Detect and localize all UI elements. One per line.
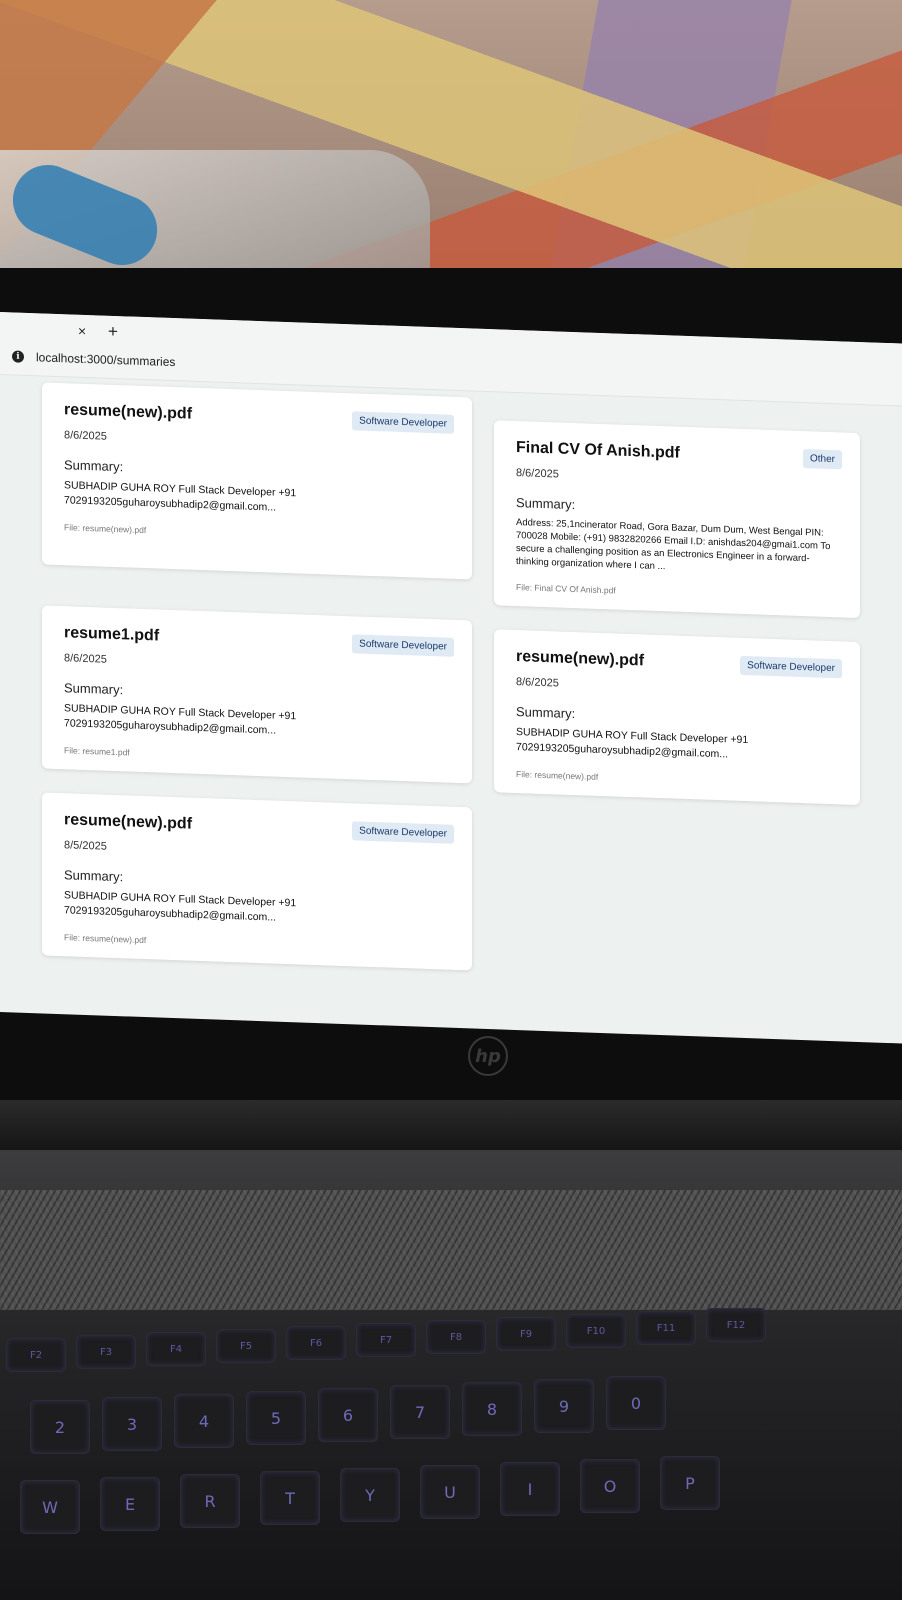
category-badge: Software Developer	[740, 655, 842, 679]
key-p: P	[660, 1456, 720, 1510]
key-2: 2	[30, 1400, 90, 1454]
key-f9: F9	[496, 1317, 556, 1351]
summary-text: Address: 25,1ncinerator Road, Gora Bazar…	[516, 517, 831, 573]
summary-text: SUBHADIP GUHA ROY Full Stack Developer +…	[64, 479, 297, 514]
hp-logo: hp	[468, 1036, 508, 1076]
summary-card[interactable]: resume(new).pdf Software Developer 8/6/2…	[42, 382, 472, 580]
summaries-page: resume(new).pdf Software Developer 8/6/2…	[0, 375, 902, 985]
speaker-grille	[0, 1190, 902, 1310]
category-badge: Other	[802, 449, 842, 470]
key-o: O	[580, 1459, 640, 1513]
card-date: 8/6/2025	[64, 652, 107, 666]
category-badge: Software Developer	[352, 634, 454, 657]
new-tab-icon[interactable]: +	[108, 322, 118, 342]
key-u: U	[420, 1465, 480, 1519]
key-t: T	[260, 1471, 320, 1525]
card-date: 8/6/2025	[64, 429, 107, 443]
key-r: R	[180, 1474, 240, 1528]
file-name: File: resume(new).pdf	[516, 769, 599, 782]
card-date: 8/5/2025	[64, 839, 107, 853]
key-5: 5	[246, 1391, 306, 1445]
key-f11: F11	[636, 1311, 696, 1345]
key-y: Y	[340, 1468, 400, 1522]
key-w: W	[20, 1480, 80, 1534]
site-info-icon[interactable]: i	[12, 350, 24, 363]
file-name: File: resume(new).pdf	[64, 932, 147, 946]
category-badge: Software Developer	[352, 411, 454, 434]
summary-card[interactable]: resume1.pdf Software Developer 8/6/2025 …	[42, 605, 472, 784]
key-f5: F5	[216, 1329, 276, 1363]
summary-text: SUBHADIP GUHA ROY Full Stack Developer +…	[64, 889, 297, 924]
key-9: 9	[534, 1379, 594, 1433]
summary-card[interactable]: resume(new).pdf Software Developer 8/6/2…	[494, 629, 860, 806]
key-e: E	[100, 1477, 160, 1531]
summary-card[interactable]: Final CV Of Anish.pdf Other 8/6/2025 Sum…	[494, 420, 860, 619]
card-title: Final CV Of Anish.pdf	[516, 439, 680, 462]
key-7: 7	[390, 1385, 450, 1439]
laptop-screen: × + i localhost:3000/summaries resume(ne…	[0, 312, 902, 1044]
key-f6: F6	[286, 1326, 346, 1360]
key-f3: F3	[76, 1335, 136, 1369]
key-3: 3	[102, 1397, 162, 1451]
key-f8: F8	[426, 1320, 486, 1354]
key-i: I	[500, 1462, 560, 1516]
file-name: File: Final CV Of Anish.pdf	[516, 582, 616, 596]
close-tab-icon[interactable]: ×	[78, 323, 86, 339]
key-f10: F10	[566, 1314, 626, 1348]
key-f7: F7	[356, 1323, 416, 1357]
key-4: 4	[174, 1394, 234, 1448]
summary-card-grid: resume(new).pdf Software Developer 8/6/2…	[42, 382, 864, 984]
summary-card[interactable]: resume(new).pdf Software Developer 8/5/2…	[42, 792, 472, 971]
summary-text: SUBHADIP GUHA ROY Full Stack Developer +…	[64, 702, 297, 737]
key-f2: F2	[6, 1338, 66, 1372]
url-text[interactable]: localhost:3000/summaries	[36, 350, 175, 369]
keyboard: F2 F3 F4 F5 F6 F7 F8 F9 F10 F11 F12 2 3 4 5 6 7 8 9 0 W E R T Y U…	[0, 1308, 902, 1600]
key-0: 0	[606, 1376, 666, 1430]
card-date: 8/6/2025	[516, 467, 559, 481]
summary-text: SUBHADIP GUHA ROY Full Stack Developer +…	[516, 726, 749, 761]
key-f12: F12	[706, 1308, 766, 1342]
file-name: File: resume(new).pdf	[64, 522, 147, 536]
key-8: 8	[462, 1382, 522, 1436]
category-badge: Software Developer	[352, 821, 454, 844]
card-date: 8/6/2025	[516, 676, 559, 690]
key-6: 6	[318, 1388, 378, 1442]
file-name: File: resume1.pdf	[64, 745, 130, 758]
key-f4: F4	[146, 1332, 206, 1366]
